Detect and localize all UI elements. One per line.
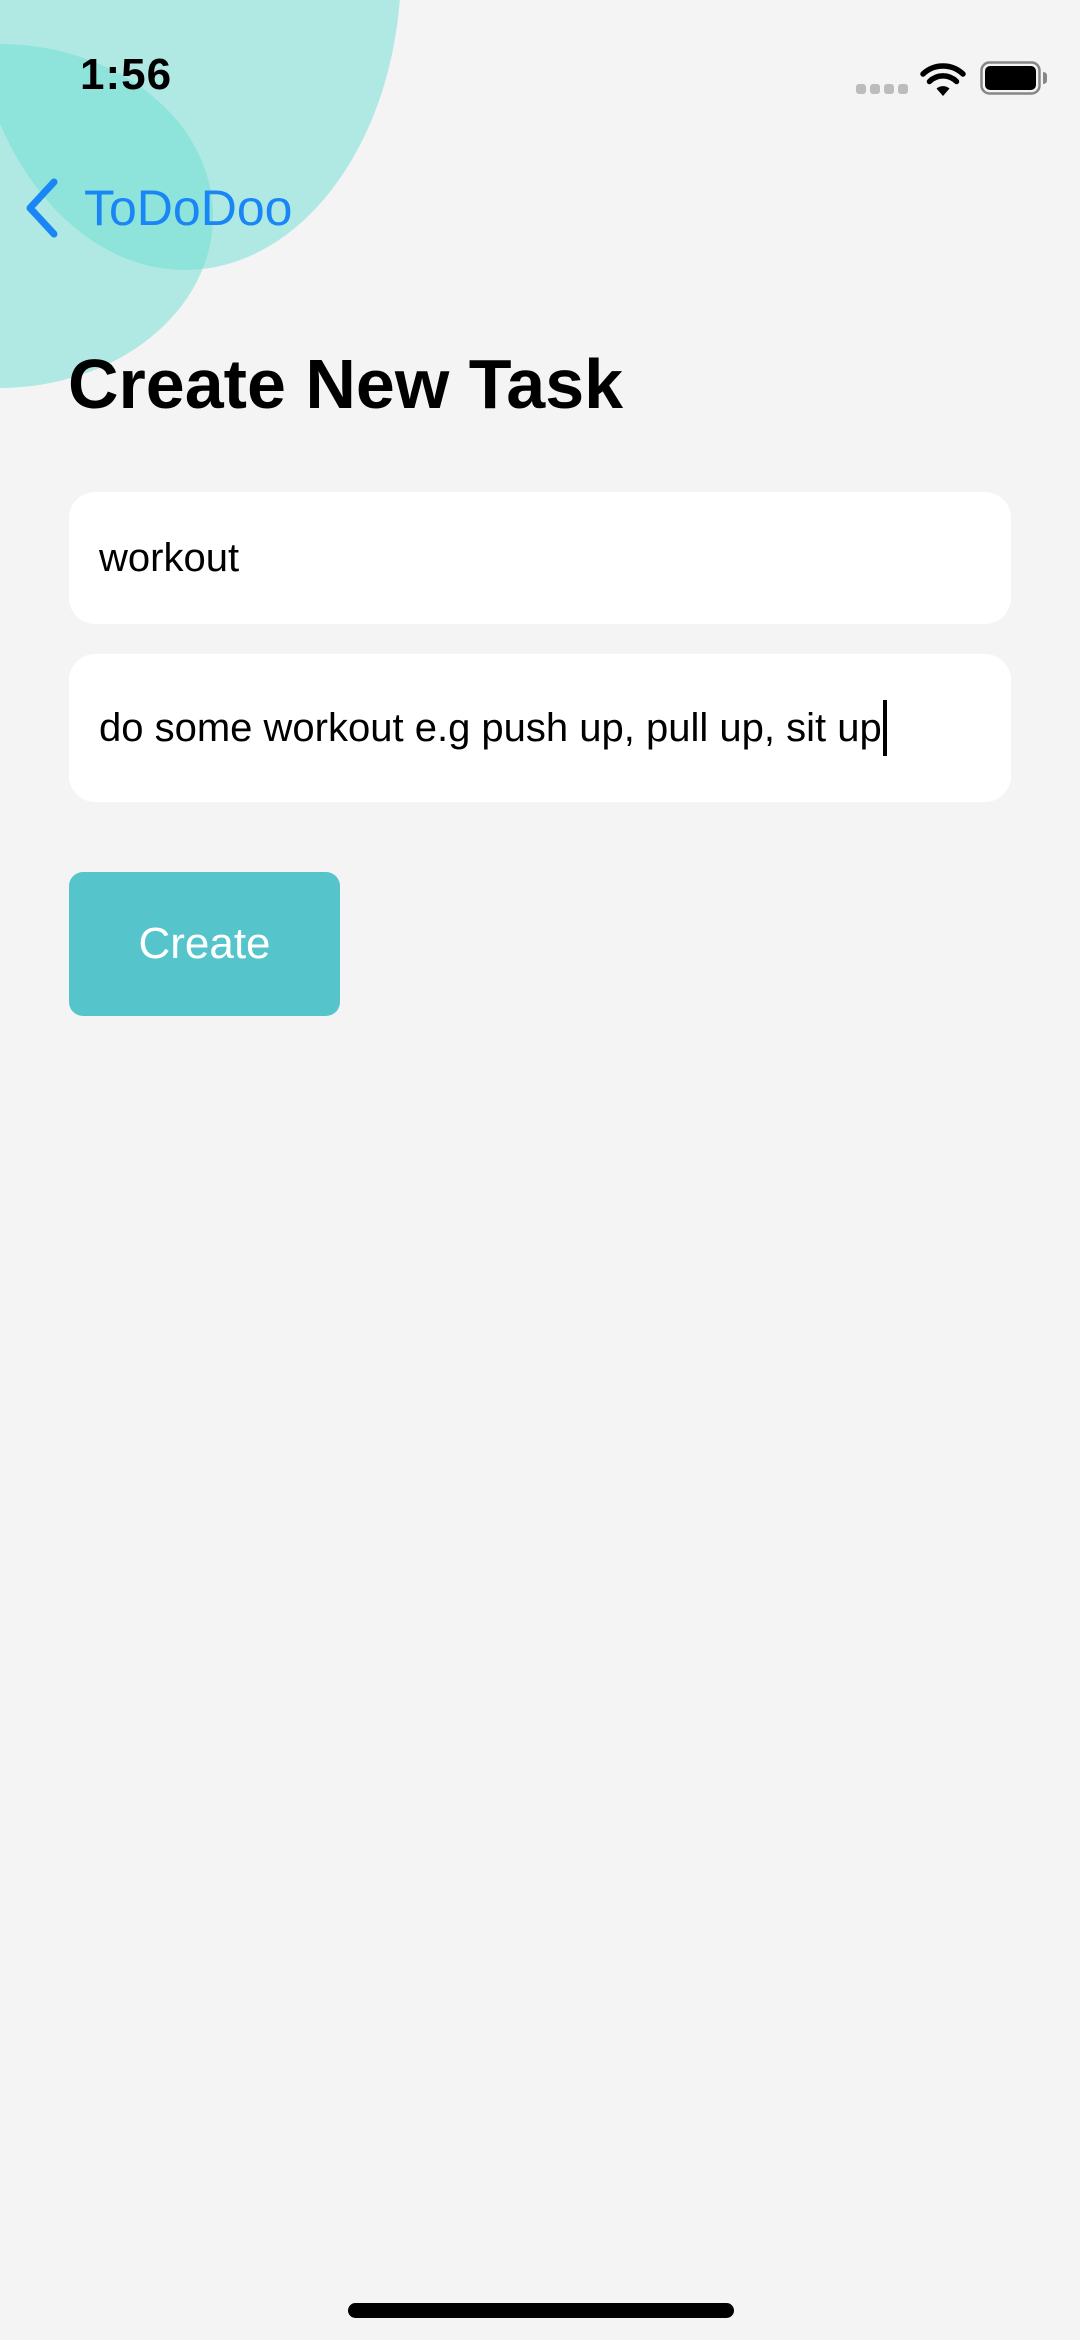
back-button-label: ToDoDoo [84, 180, 293, 236]
create-button[interactable]: Create [69, 872, 340, 1016]
task-description-value: do some workout e.g push up, pull up, si… [99, 705, 882, 750]
battery-icon [980, 61, 1047, 95]
task-description-input[interactable]: do some workout e.g push up, pull up, si… [69, 654, 1011, 802]
status-time: 1:56 [80, 50, 173, 99]
status-bar: 1:56 [0, 0, 1080, 150]
create-button-label: Create [138, 919, 271, 968]
page-title: Create New Task [68, 345, 624, 423]
create-task-screen: 1:56 ToDoDoo Create New Task workout do … [0, 0, 1080, 2340]
home-indicator[interactable] [348, 2303, 734, 2318]
wifi-icon [920, 63, 966, 96]
back-button[interactable]: ToDoDoo [22, 168, 292, 248]
chevron-left-icon [26, 178, 58, 238]
cellular-signal-icon [856, 84, 908, 94]
task-title-input[interactable]: workout [69, 492, 1011, 624]
task-title-value: workout [99, 535, 240, 580]
text-cursor [882, 700, 887, 756]
